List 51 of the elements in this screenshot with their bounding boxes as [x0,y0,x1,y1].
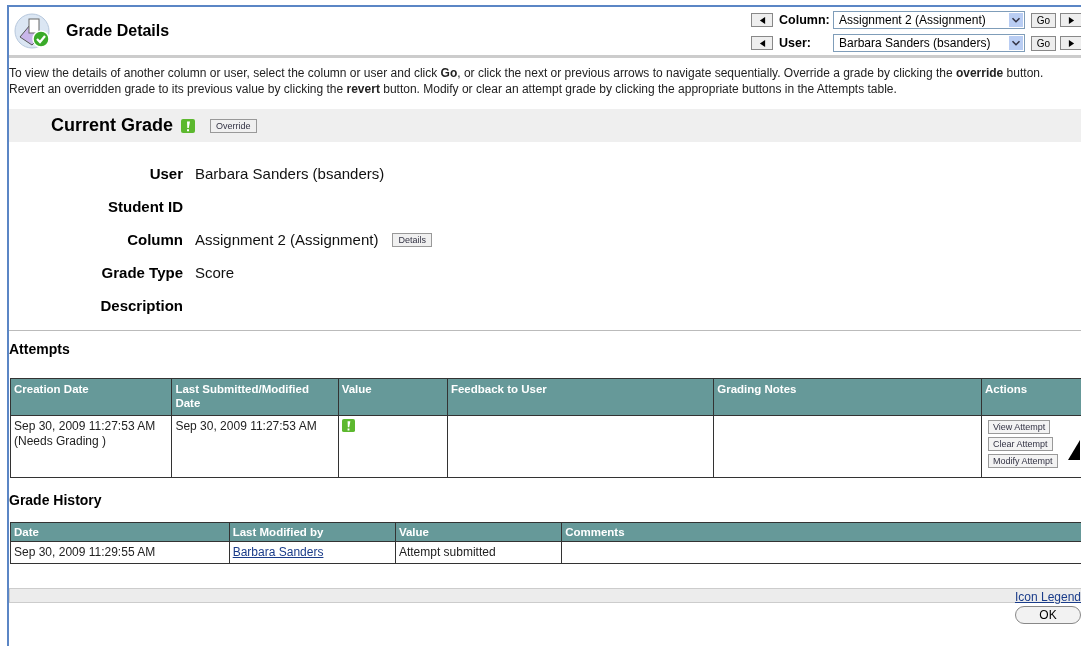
field-label: User [148,165,183,182]
field-value: Barbara Sanders (bsanders) [195,165,385,182]
nav-label: Column: [779,13,831,27]
caret-icon [1009,35,1023,51]
attempt-button[interactable]: Modify Attempt [987,454,1058,468]
field-label: Grade Type [100,264,183,281]
section-title: Grade History [9,492,103,508]
right-triangle-icon [1067,16,1075,24]
page-title: Grade Details [66,22,170,40]
column-header: Last Submitted/Modified Date [171,378,339,416]
right-triangle-icon [1067,39,1075,47]
column-header: Actions [981,378,1081,416]
override-button[interactable]: Override [210,118,257,133]
column-header: Comments [561,522,1081,542]
table-cell: Sep 30, 2009 11:27:53 AM [171,415,339,478]
column-header: Value [338,378,448,416]
nav-label: User: [779,36,812,50]
field-label: Column [126,231,183,248]
dropdown-field[interactable]: Barbara Sanders (bsanders) [833,34,1025,52]
go-button[interactable]: Go [1031,35,1056,51]
table-cell: Attempt submitted [395,541,562,564]
column-header: Creation Date [10,378,172,416]
dropdown-field[interactable]: Assignment 2 (Assignment) [833,11,1025,29]
section-title: Attempts [9,341,71,357]
caret-icon [1009,12,1023,28]
instructions-text: To view the details of another column or user, select the column or user and click Go, or click the next or previous arrows to navigate sequentially. Override a grade by clicking the override button. Revert an overridden grade to its previous value by clicking the revert button. Modify or clear an attempt grade by clicking the appropriate buttons in the Attempts table. [9,65,1045,97]
field-value: Assignment 2 (Assignment) [195,231,379,248]
details-button[interactable]: Details [392,232,432,247]
left-triangle-icon [758,39,766,47]
field-value: Score [195,264,235,281]
column-header: Date [10,522,230,542]
left-triangle-icon [758,16,766,24]
column-header: Feedback to User [447,378,714,416]
column-header: Value [395,522,562,542]
next-button[interactable] [1060,13,1081,27]
icon-legend-link[interactable]: Icon Legend [1014,590,1081,604]
column-header: Last Modified by [229,522,396,542]
previous-button[interactable] [751,13,773,27]
next-button[interactable] [1060,36,1081,50]
previous-button[interactable] [751,36,773,50]
attempt-button[interactable]: View Attempt [987,420,1051,434]
go-button[interactable]: Go [1031,12,1056,28]
field-label: Student ID [107,198,183,215]
ok-button[interactable]: OK [1015,606,1081,624]
field-label: Description [99,297,183,314]
column-header: Grading Notes [713,378,982,416]
table-cell: Sep 30, 2009 11:27:53 AM (Needs Grading ) [10,415,172,478]
pointer-arrow-icon [1067,440,1080,460]
attempt-button[interactable]: Clear Attempt [987,437,1053,451]
table-cell: Sep 30, 2009 11:29:55 AM [10,541,230,564]
section-title: Current Grade [51,115,174,136]
